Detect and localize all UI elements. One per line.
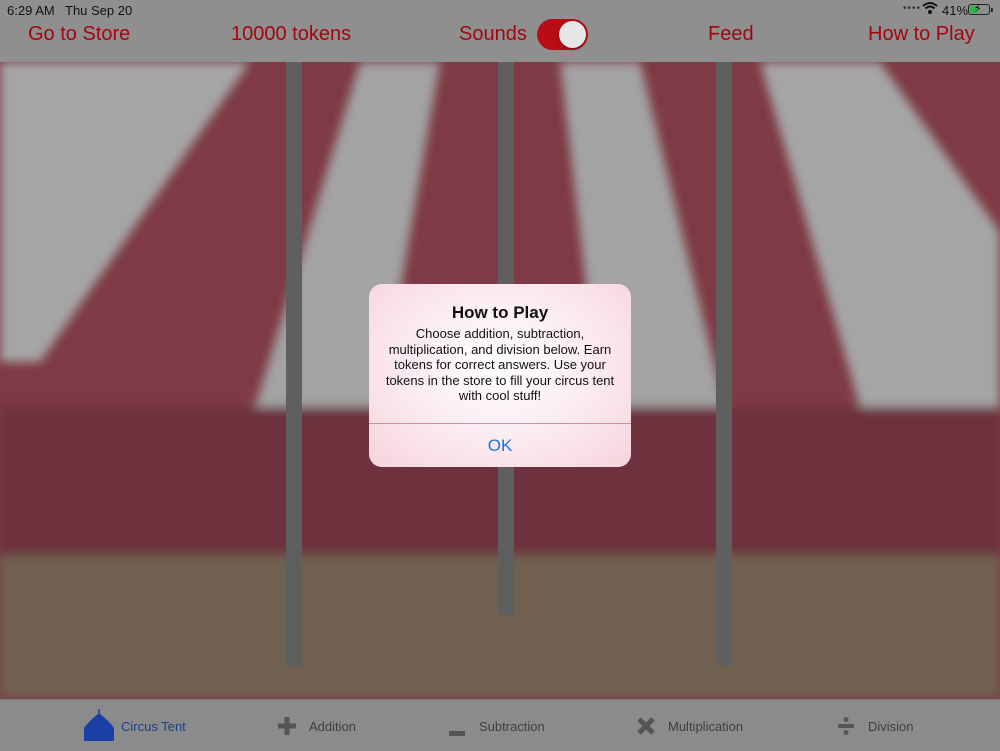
tab-division[interactable]: Division — [838, 700, 928, 751]
wifi-icon — [922, 1, 938, 18]
tab-bar: Circus Tent Addition Subtraction Multipl… — [0, 699, 1000, 751]
sounds-label: Sounds — [459, 23, 527, 45]
dialog-message: Choose addition, subtraction, multiplica… — [385, 326, 615, 403]
battery-percent: 41% — [942, 3, 969, 18]
circus-tent-icon — [82, 708, 116, 747]
go-to-store-button[interactable]: Go to Store — [28, 23, 130, 46]
sounds-toggle[interactable] — [537, 19, 588, 50]
signal-icon: •••• — [903, 3, 922, 14]
tab-label: Division — [868, 719, 914, 734]
status-date: Thu Sep 20 — [65, 3, 133, 18]
tab-label: Addition — [309, 719, 356, 734]
how-to-play-dialog: How to Play Choose addition, subtraction… — [369, 284, 631, 467]
top-bar: 6:29 AM Thu Sep 20 •••• 41% ⚡ Go to Stor… — [0, 0, 1000, 62]
tab-label: Circus Tent — [121, 719, 186, 734]
toggle-knob — [559, 21, 586, 48]
tab-addition[interactable]: Addition — [278, 700, 368, 751]
tab-label: Subtraction — [479, 719, 545, 734]
multiply-icon — [637, 717, 655, 740]
tab-label: Multiplication — [668, 719, 744, 734]
divide-icon — [838, 717, 854, 740]
status-bar: 6:29 AM Thu Sep 20 •••• 41% ⚡ — [0, 0, 1000, 20]
ok-button[interactable]: OK — [369, 424, 631, 467]
feed-button[interactable]: Feed — [708, 23, 754, 46]
battery-icon: ⚡ — [968, 3, 993, 15]
tab-subtraction[interactable]: Subtraction — [449, 700, 559, 751]
how-to-play-button[interactable]: How to Play — [868, 23, 975, 46]
status-time: 6:29 AM — [7, 3, 55, 18]
minus-icon — [449, 724, 465, 742]
charging-bolt-icon: ⚡ — [974, 3, 982, 15]
plus-icon — [278, 717, 296, 740]
tab-multiplication[interactable]: Multiplication — [637, 700, 757, 751]
tab-circus-tent[interactable]: Circus Tent — [82, 700, 192, 751]
dialog-title: How to Play — [451, 303, 549, 322]
token-count: 10000 tokens — [231, 23, 352, 45]
